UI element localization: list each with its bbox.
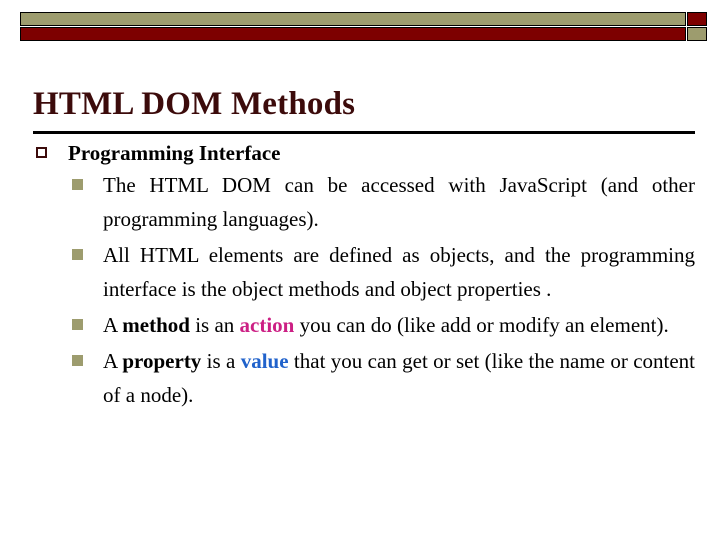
header-top-row: [20, 12, 707, 26]
keyword-property: property: [122, 349, 202, 374]
hollow-square-bullet-icon: [36, 147, 47, 158]
keyword-action: action: [239, 313, 295, 338]
header-top-square: [687, 12, 707, 26]
header-bottom-row: [20, 27, 707, 41]
bullet-level1-programming-interface: Programming Interface: [33, 140, 695, 166]
bullet-level2-list: The HTML DOM can be accessed with JavaSc…: [33, 168, 695, 412]
header-decoration: [20, 12, 707, 42]
keyword-value: value: [240, 349, 289, 374]
bullet-text-method-a: A: [103, 313, 123, 338]
list-item: The HTML DOM can be accessed with JavaSc…: [33, 168, 695, 236]
bullet-text-method-c: you can do (like add or modify an elemen…: [294, 313, 669, 338]
header-bottom-square: [687, 27, 707, 41]
list-item: A property is a value that you can get o…: [33, 344, 695, 412]
filled-square-bullet-icon: [72, 355, 83, 367]
bullet-text-method-b: is an: [189, 313, 240, 338]
bullet-text-dom-access: The HTML DOM can be accessed with JavaSc…: [103, 173, 695, 232]
slide-body: Programming Interface The HTML DOM can b…: [33, 140, 695, 414]
bullet-text-elements-objects: All HTML elements are defined as objects…: [103, 243, 695, 302]
page-title: HTML DOM Methods: [33, 86, 356, 122]
filled-square-bullet-icon: [72, 319, 83, 331]
header-top-bar: [20, 12, 686, 26]
filled-square-bullet-icon: [72, 179, 83, 191]
header-bottom-bar: [20, 27, 686, 41]
list-item: All HTML elements are defined as objects…: [33, 238, 695, 306]
title-divider: [33, 131, 695, 134]
keyword-method: method: [122, 313, 190, 338]
list-item: A method is an action you can do (like a…: [33, 308, 695, 342]
bullet-level1-label: Programming Interface: [68, 141, 281, 165]
bullet-text-property-a: A: [103, 349, 123, 374]
filled-square-bullet-icon: [72, 249, 83, 261]
bullet-text-property-b: is a: [201, 349, 241, 374]
slide-root: { "slide": { "title": "HTML DOM Methods"…: [0, 0, 720, 540]
